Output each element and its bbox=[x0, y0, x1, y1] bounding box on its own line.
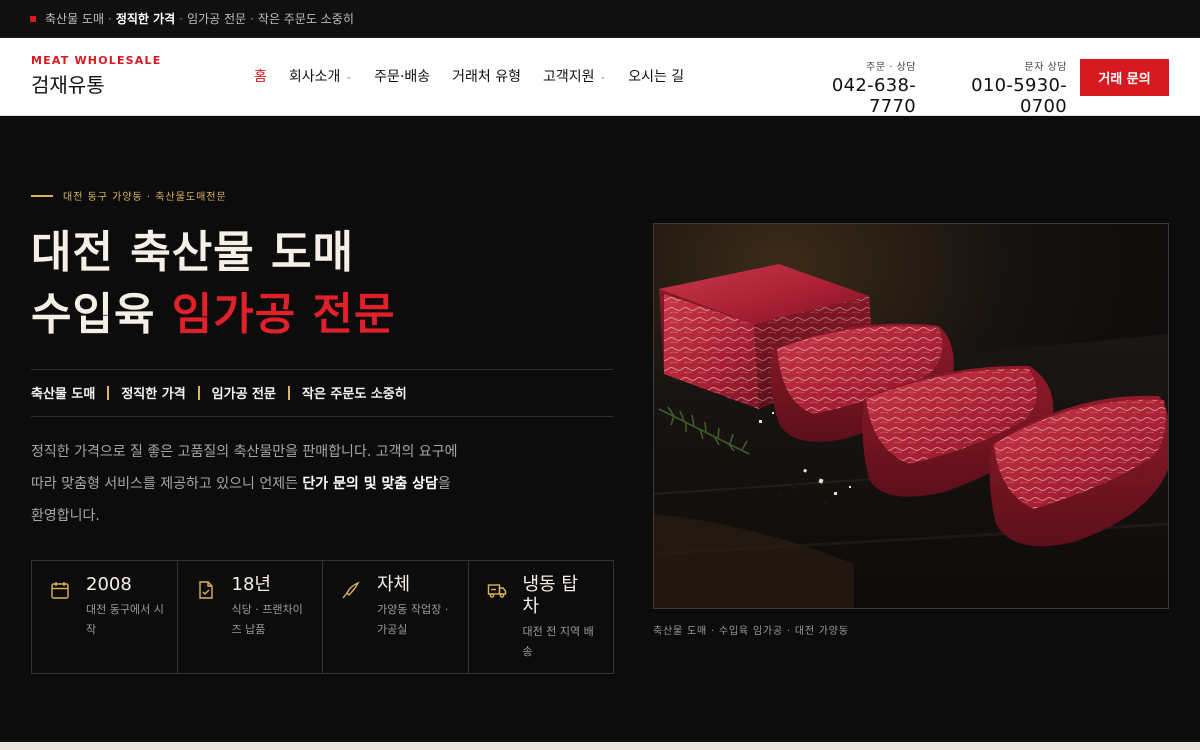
nav-item-client-types[interactable]: 거래처 유형 bbox=[452, 66, 521, 86]
nav-label: 고객지원 bbox=[542, 69, 595, 85]
brand-logo[interactable]: MEAT WHOLESALE 검재유통 bbox=[31, 54, 161, 98]
contact-sms[interactable]: 문자 상담 010-5930-0700 bbox=[927, 58, 1067, 117]
hero-title: 대전 축산물 도매 수입육 임가공 전문 bbox=[31, 222, 395, 346]
contact-label: 주문 · 상담 bbox=[866, 62, 916, 73]
eyebrow-text: 대전 동구 가양동 · 축산물도매전문 bbox=[63, 192, 227, 203]
nav-item-support[interactable]: 고객지원 ⌄ bbox=[543, 66, 606, 86]
topbar-separator: · bbox=[179, 11, 184, 26]
stat-sub: 가양동 작업장 · 가공실 bbox=[377, 603, 449, 636]
main-nav: 홈 회사소개 ⌄ 주문·배송 거래처 유형 고객지원 ⌄ 오시는 길 bbox=[254, 66, 706, 86]
chevron-down-icon: ⌄ bbox=[599, 71, 607, 81]
topbar-item: 작은 주문도 소중히 bbox=[257, 12, 354, 26]
nav-label: 거래처 유형 bbox=[452, 69, 521, 85]
hero-description: 정직한 가격으로 질 좋은 고품질의 축산물만을 판매합니다. 고객의 요구에 … bbox=[31, 436, 461, 532]
tag-separator bbox=[107, 385, 110, 400]
tag-separator bbox=[287, 385, 290, 400]
stat-value: 자체 bbox=[377, 574, 411, 595]
document-check-icon bbox=[198, 581, 213, 599]
contact-order[interactable]: 주문 · 상담 042-638-7770 bbox=[786, 58, 916, 117]
meat-photo bbox=[653, 223, 1169, 609]
knife-icon bbox=[342, 581, 360, 599]
next-section-edge bbox=[0, 742, 1200, 750]
hero-tag: 축산물 도매 bbox=[31, 387, 96, 402]
nav-label: 주문·배송 bbox=[374, 69, 431, 85]
hero-eyebrow: 대전 동구 가양동 · 축산물도매전문 bbox=[31, 188, 227, 203]
hero-tags: 축산물 도매 정직한 가격 임가공 전문 작은 주문도 소중히 bbox=[31, 383, 407, 402]
nav-label: 회사소개 bbox=[288, 69, 341, 85]
topbar-item: 임가공 전문 bbox=[187, 12, 247, 26]
photo-caption: 축산물 도매 · 수입육 임가공 · 대전 가양동 bbox=[653, 626, 849, 637]
inquiry-button[interactable]: 거래 문의 bbox=[1080, 59, 1169, 96]
tag-separator bbox=[197, 385, 200, 400]
stat-value: 냉동 탑차 bbox=[522, 574, 578, 617]
hero-title-accent: 임가공 전문 bbox=[171, 289, 396, 340]
hero-tag: 임가공 전문 bbox=[211, 387, 276, 402]
announcement-bar: 축산물 도매 · 정직한 가격 · 임가공 전문 · 작은 주문도 소중히 bbox=[0, 0, 1200, 38]
bullet-icon bbox=[30, 15, 36, 22]
divider bbox=[31, 416, 613, 417]
topbar-separator: · bbox=[250, 11, 254, 26]
topbar-separator: · bbox=[108, 11, 112, 26]
brand-name: 검재유통 bbox=[31, 73, 105, 97]
hero-title-line1: 대전 축산물 도매 bbox=[31, 227, 354, 278]
hero-title-plain: 수입육 bbox=[31, 289, 172, 340]
chevron-down-icon: ⌄ bbox=[345, 71, 353, 81]
divider bbox=[31, 369, 613, 370]
stat-card: 18년 식당 · 프랜차이즈 납품 bbox=[178, 561, 323, 673]
stat-value: 18년 bbox=[231, 574, 271, 595]
hero-tag: 작은 주문도 소중히 bbox=[301, 387, 407, 402]
stat-card: 2008 대전 동구에서 시작 bbox=[32, 561, 178, 673]
brand-tagline: MEAT WHOLESALE bbox=[31, 54, 162, 67]
stat-card: 자체 가양동 작업장 · 가공실 bbox=[323, 561, 469, 673]
hero-title-line2: 수입육 임가공 전문 bbox=[31, 284, 395, 346]
nav-item-home[interactable]: 홈 bbox=[254, 66, 267, 86]
stats-grid: 2008 대전 동구에서 시작 18년 식당 · 프랜차이즈 납품 자체 가양동… bbox=[31, 560, 614, 674]
stat-sub: 대전 동구에서 시작 bbox=[86, 603, 164, 636]
site-header: MEAT WHOLESALE 검재유통 홈 회사소개 ⌄ 주문·배송 거래처 유… bbox=[0, 38, 1200, 117]
calendar-icon bbox=[51, 582, 69, 599]
nav-label: 홈 bbox=[254, 69, 267, 85]
nav-item-directions[interactable]: 오시는 길 bbox=[628, 66, 684, 86]
eyebrow-line bbox=[31, 194, 53, 197]
hero-tag: 정직한 가격 bbox=[121, 387, 186, 402]
nav-item-about[interactable]: 회사소개 ⌄ bbox=[289, 66, 352, 86]
nav-label: 오시는 길 bbox=[628, 69, 685, 85]
topbar-item: 축산물 도매 bbox=[45, 12, 105, 26]
phone-number[interactable]: 010-5930-0700 bbox=[927, 75, 1067, 117]
topbar-item: 정직한 가격 bbox=[115, 12, 176, 26]
nav-item-order-delivery[interactable]: 주문·배송 bbox=[374, 66, 430, 86]
stat-value: 2008 bbox=[86, 574, 132, 595]
contact-label: 문자 상담 bbox=[1024, 62, 1067, 73]
truck-icon bbox=[487, 584, 506, 598]
stat-sub: 식당 · 프랜차이즈 납품 bbox=[231, 603, 303, 636]
desc-emphasis: 단가 문의 및 맞춤 상담 bbox=[302, 476, 438, 492]
phone-number[interactable]: 042-638-7770 bbox=[786, 75, 916, 117]
steak-illustration bbox=[654, 224, 1168, 608]
stat-card: 냉동 탑차 대전 전 지역 배송 bbox=[469, 561, 614, 673]
stat-sub: 대전 전 지역 배송 bbox=[522, 625, 594, 658]
